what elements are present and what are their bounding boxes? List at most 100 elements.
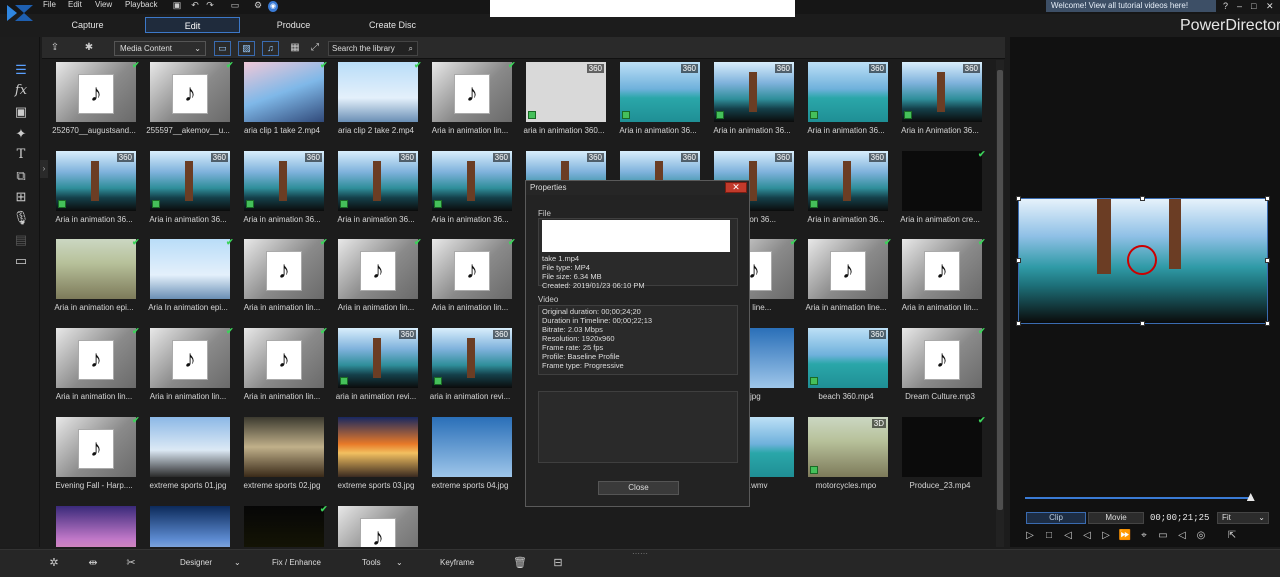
media-tile[interactable]: ✔ Produce_23.mp4 <box>888 415 986 503</box>
media-tile[interactable]: ♪ ✔ Aria in animation lin... <box>418 60 516 148</box>
media-tile[interactable]: ♪ ✔ 255597__akemov__u... <box>136 60 233 148</box>
media-tile[interactable]: 3D motorcycles.mpo <box>794 415 888 503</box>
media-tile[interactable]: 360 Aria in animation 36... <box>700 60 794 148</box>
media-tile[interactable]: 360 beach 360.mp4 <box>794 326 888 414</box>
chevron-down-icon[interactable]: ⌄ <box>234 555 241 571</box>
timecode-display[interactable]: 00;00;21;25 <box>1150 512 1212 524</box>
previous-icon[interactable]: ◁ <box>1080 529 1094 543</box>
menu-playback[interactable]: Playback <box>125 0 157 9</box>
media-tile[interactable]: ♪ ✔ Aria in animation lin... <box>136 326 234 414</box>
plugins-icon[interactable]: ✱ <box>80 40 98 56</box>
resize-handle[interactable] <box>1265 258 1270 263</box>
media-tile[interactable]: 360 aria in animation revi... <box>324 326 418 414</box>
media-tile[interactable]: ✔ <box>230 504 328 547</box>
media-content-dropdown[interactable]: Media Content ⌄ <box>114 41 206 56</box>
close-icon[interactable]: ✕ <box>725 182 747 193</box>
viewpoint-marker-icon[interactable] <box>1127 245 1157 275</box>
resize-handle[interactable] <box>1016 258 1021 263</box>
subtitle-room-icon[interactable]: ▭ <box>8 251 34 271</box>
tab-capture[interactable]: Capture <box>40 17 135 33</box>
tab-create-disc[interactable]: Create Disc <box>345 17 440 33</box>
fix-enhance-button[interactable]: Fix / Enhance <box>272 555 321 571</box>
menu-file[interactable]: File <box>43 0 56 9</box>
volume-icon[interactable]: ◁ <box>1175 529 1189 543</box>
split-clip-icon[interactable]: ✂ <box>123 555 139 571</box>
360-view-icon[interactable]: ◎ <box>1194 529 1208 543</box>
fast-forward-icon[interactable]: ⏩ <box>1118 529 1132 543</box>
resize-handle[interactable] <box>1265 321 1270 326</box>
media-tile[interactable]: ♪ ✔ Aria in animation lin... <box>42 326 140 414</box>
subtitle-icon[interactable]: ▭ <box>1156 529 1170 543</box>
audio-mixing-room-icon[interactable]: ⊞ <box>8 187 34 207</box>
resize-handle[interactable] <box>1140 321 1145 326</box>
media-tile[interactable]: extreme sports 01.jpg <box>136 415 230 503</box>
tools-button[interactable]: Tools <box>362 555 381 571</box>
grid-view-icon[interactable]: ▦ <box>286 40 304 56</box>
media-tile[interactable]: 360 Aria in animation 36... <box>324 149 418 237</box>
redo-icon[interactable]: ↷ <box>205 0 215 11</box>
media-tile[interactable] <box>42 504 136 547</box>
chevron-down-icon[interactable]: ⌄ <box>396 555 403 571</box>
media-tile[interactable]: 360 Aria in animation 36... <box>418 149 512 237</box>
save-icon[interactable]: ▣ <box>172 0 182 11</box>
filter-video-icon[interactable]: ▭ <box>214 41 231 56</box>
media-tile[interactable]: ✔ Aria in animation epi... <box>42 237 139 325</box>
magic-tools-icon[interactable]: ✲ <box>46 555 62 571</box>
media-tile[interactable]: extreme sports 02.jpg <box>230 415 324 503</box>
media-room-icon[interactable]: ☰ <box>8 60 34 80</box>
movie-mode-button[interactable]: Movie <box>1088 512 1144 524</box>
media-tile[interactable]: 360 Aria in animation 36... <box>230 149 324 237</box>
delete-icon[interactable]: 🗑 <box>512 555 528 571</box>
media-tile[interactable]: 360 Aria in animation 36... <box>42 149 136 237</box>
welcome-banner[interactable]: Welcome! View all tutorial videos here! <box>1046 0 1216 12</box>
effects-room-icon[interactable]: fx <box>8 81 34 101</box>
tab-produce[interactable]: Produce <box>246 17 341 33</box>
playback-slider[interactable] <box>1025 497 1253 499</box>
keyframe-button[interactable]: Keyframe <box>440 555 474 571</box>
resize-handle[interactable] <box>1265 196 1270 201</box>
media-tile[interactable]: 360 aria in animation 360... <box>512 60 606 148</box>
chapter-room-icon[interactable]: ▤ <box>8 230 34 250</box>
menu-view[interactable]: View <box>95 0 112 9</box>
media-tile[interactable]: ✔ Aria In animation epi... <box>136 237 233 325</box>
media-tile[interactable]: 360 Aria in animation 36... <box>136 149 230 237</box>
resize-handle[interactable] <box>1016 196 1021 201</box>
designer-button[interactable]: Designer <box>180 555 212 571</box>
voiceover-room-icon[interactable]: 🎙 <box>8 208 34 228</box>
zoom-fit-dropdown[interactable]: Fit ⌄ <box>1217 512 1269 524</box>
expand-icon[interactable]: ⤢ <box>306 40 324 56</box>
menu-edit[interactable]: Edit <box>68 0 82 9</box>
resize-handle[interactable] <box>1140 196 1145 201</box>
more-tools-icon[interactable]: ⊟ <box>550 555 566 571</box>
media-tile[interactable]: ✔ aria clip 2 take 2.mp4 <box>324 60 422 148</box>
media-tile[interactable]: 360 Aria in animation 36... <box>794 149 888 237</box>
maximize-icon[interactable]: □ <box>1251 1 1256 11</box>
drag-grip-icon[interactable]: ⋯⋯ <box>632 549 648 558</box>
settings-gear-icon[interactable]: ⚙ <box>253 0 263 11</box>
next-icon[interactable]: ▷ <box>1099 529 1113 543</box>
media-tile[interactable]: 360 Aria in Animation 36... <box>888 60 982 148</box>
account-icon[interactable]: ◉ <box>268 1 278 12</box>
library-scrollbar-thumb[interactable] <box>997 70 1003 510</box>
media-tile[interactable]: ♪ <box>324 504 418 547</box>
media-tile[interactable]: extreme sports 03.jpg <box>324 415 418 503</box>
undo-icon[interactable]: ↶ <box>190 0 200 11</box>
tab-edit[interactable]: Edit <box>145 17 240 33</box>
media-tile[interactable]: 360 aria in animation revi... <box>418 326 512 414</box>
snapshot-icon[interactable]: ⌖ <box>1137 529 1151 543</box>
title-room-icon[interactable]: T <box>8 145 34 165</box>
media-tile[interactable]: extreme sports 04.jpg <box>418 415 512 503</box>
media-tile[interactable]: ♪ ✔ Evening Fall - Harp.... <box>42 415 139 503</box>
media-tile[interactable] <box>136 504 230 547</box>
previous-frame-icon[interactable]: ◁ <box>1061 529 1075 543</box>
media-tile[interactable]: ♪ ✔ Aria in animation lin... <box>230 237 328 325</box>
split-track-icon[interactable]: ⇹ <box>85 555 101 571</box>
media-tile[interactable]: ♪ ✔ Aria in animation lin... <box>230 326 328 414</box>
media-tile[interactable]: 360 Aria in animation 36... <box>794 60 888 148</box>
pip-room-icon[interactable]: ▣ <box>8 102 34 122</box>
resize-handle[interactable] <box>1016 321 1021 326</box>
media-tile[interactable]: ♪ ✔ Aria in animation lin... <box>888 237 986 325</box>
video-format-icon[interactable]: ▭ <box>225 0 245 11</box>
particle-room-icon[interactable]: ✦ <box>8 124 34 144</box>
media-tile[interactable]: ♪ ✔ Dream Culture.mp3 <box>888 326 986 414</box>
